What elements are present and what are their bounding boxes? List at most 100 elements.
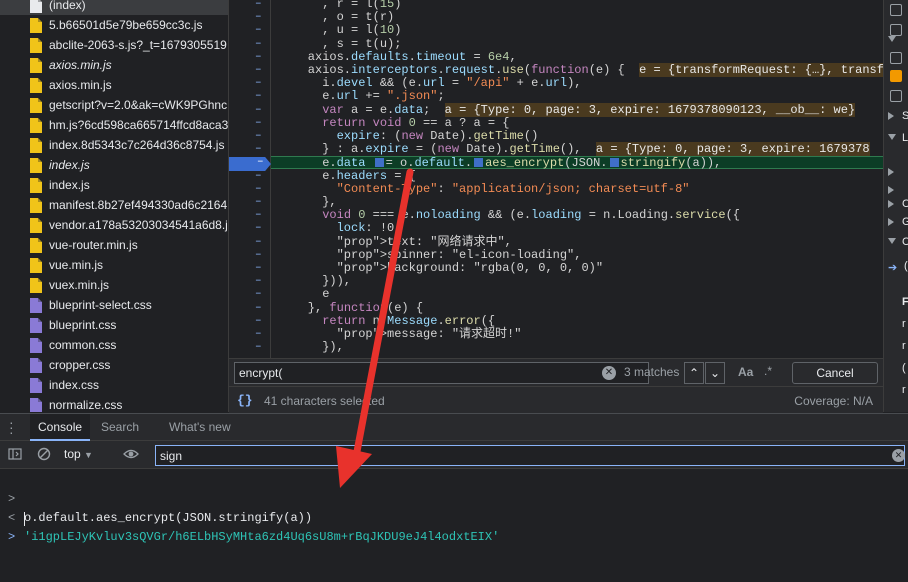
code-line[interactable]: i.devel && (e.url = "/api" + e.url), <box>279 77 581 90</box>
file-tree-item[interactable]: blueprint-select.css <box>0 295 228 315</box>
line-marker[interactable]: – <box>255 24 271 37</box>
file-tree-item[interactable]: vuex.min.js <box>0 275 228 295</box>
sidebar-toggle-icon[interactable] <box>8 447 22 465</box>
code-line[interactable]: })), <box>279 275 351 288</box>
scope-item[interactable]: ( <box>902 358 906 378</box>
tab-console[interactable]: Console <box>30 414 91 441</box>
context-select[interactable]: top ▼ <box>64 447 93 461</box>
code-line[interactable]: lock: !0, <box>279 222 402 235</box>
breakpoint-checkbox[interactable] <box>890 52 902 64</box>
console-result-entry[interactable]: < 'i1gpLEJyKvluv3sQVGr/h6ELbHSyMHta6zd4U… <box>0 490 908 544</box>
line-marker[interactable]: – <box>255 209 271 222</box>
file-tree-item[interactable]: axios.min.js <box>0 55 228 75</box>
file-tree-item[interactable]: vue.min.js <box>0 255 228 275</box>
code-line[interactable]: "Content-Type": "application/json; chars… <box>279 182 690 196</box>
line-marker[interactable]: – <box>255 341 271 354</box>
code-line[interactable]: "prop">spinner: "el-icon-loading", <box>279 248 582 262</box>
code-editor[interactable]: – – – – – – – – – – – – – – – – – – – – – – – – – – – , r = l(15)… <box>229 0 883 358</box>
line-marker[interactable]: – <box>255 104 271 117</box>
file-tree-item[interactable]: 5.b66501d5e79be659cc3c.js <box>0 15 228 35</box>
line-marker[interactable]: – <box>255 302 271 315</box>
code-line[interactable]: }, function(e) { <box>279 301 423 315</box>
breakpoint-checkbox[interactable] <box>890 90 902 102</box>
line-marker[interactable]: – <box>255 0 271 11</box>
line-marker[interactable]: – <box>255 143 271 156</box>
line-marker[interactable]: – <box>255 328 271 341</box>
clear-filter-icon[interactable]: ✕ <box>892 449 905 462</box>
line-gutter[interactable]: – – – – – – – – – – – – – – – – – – – – – – – – – – <box>229 0 271 358</box>
code-line[interactable]: , o = t(r) <box>279 11 394 24</box>
line-marker[interactable]: – <box>255 196 271 209</box>
code-line[interactable]: }), <box>279 341 344 354</box>
line-marker[interactable]: – <box>255 315 271 328</box>
code-line[interactable]: return void 0 == a ? a = { <box>279 116 509 130</box>
file-tree-item[interactable]: hm.js?6cd598ca665714ffcd8aca3 <box>0 115 228 135</box>
cancel-button[interactable]: Cancel <box>792 362 878 384</box>
code-line[interactable]: "prop">message: "请求超时!" <box>279 328 522 341</box>
chevron-right-icon[interactable] <box>888 186 894 194</box>
chevron-right-icon[interactable] <box>888 168 894 176</box>
chevron-down-icon[interactable] <box>888 134 896 140</box>
file-tree-item[interactable]: index.js <box>0 155 228 175</box>
line-marker[interactable]: – <box>255 64 271 77</box>
file-tree-item[interactable]: abclite-2063-s.js?_t=1679305519 <box>0 35 228 55</box>
line-marker[interactable]: – <box>255 170 271 183</box>
line-marker[interactable]: – <box>255 275 271 288</box>
console-input-entry[interactable]: > o.default.aes_encrypt(JSON.stringify(a… <box>0 471 908 525</box>
code-line[interactable]: e <box>279 288 329 301</box>
chevron-down-icon[interactable] <box>888 238 896 244</box>
line-marker[interactable]: – <box>255 222 271 235</box>
chevron-right-icon[interactable] <box>888 218 894 226</box>
line-marker[interactable]: – <box>255 11 271 24</box>
code-line[interactable]: expire: (new Date).getTime() <box>279 130 539 143</box>
file-tree-item[interactable]: normalize.css <box>0 395 228 412</box>
file-tree-item[interactable]: index.js <box>0 175 228 195</box>
file-tree-item[interactable]: blueprint.css <box>0 315 228 335</box>
breakpoint-marker[interactable]: – <box>229 157 271 171</box>
code-line[interactable]: } : a.expire = (new Date).getTime(), a =… <box>279 142 870 157</box>
code-line[interactable]: e.headers = { <box>279 169 416 183</box>
line-marker[interactable]: – <box>255 262 271 275</box>
line-marker[interactable]: – <box>255 236 271 249</box>
code-line[interactable]: e.url += ".json"; <box>279 90 444 103</box>
file-tree-item[interactable]: vendor.a178a53203034541a6d8.j <box>0 215 228 235</box>
line-marker[interactable]: – <box>255 288 271 301</box>
match-case-button[interactable]: Aa <box>738 365 753 379</box>
console-output[interactable]: > o.default.aes_encrypt(JSON.stringify(a… <box>0 469 908 582</box>
code-line[interactable]: var a = e.data; a = {Type: 0, page: 3, e… <box>279 102 856 117</box>
line-marker[interactable]: – <box>255 249 271 262</box>
debugger-sidebar[interactable]: S L C G C ➔( F r r ( r <box>883 0 908 412</box>
file-tree-item[interactable]: getscript?v=2.0&ak=cWK9PGhnc <box>0 95 228 115</box>
regex-button[interactable]: .* <box>764 364 772 378</box>
scope-item[interactable]: r <box>902 314 906 334</box>
line-marker[interactable]: – <box>255 90 271 103</box>
tab-whats-new[interactable]: What's new <box>161 414 239 441</box>
pause-checkbox[interactable] <box>890 4 902 16</box>
code-line[interactable]: "prop">background: "rgba(0, 0, 0, 0)" <box>279 262 603 275</box>
clear-search-icon[interactable]: ✕ <box>602 366 616 380</box>
line-marker[interactable]: – <box>255 183 271 196</box>
file-tree-item[interactable]: vue-router.min.js <box>0 235 228 255</box>
source-search-input[interactable] <box>234 362 649 384</box>
chevron-down-icon[interactable] <box>888 36 896 42</box>
clear-console-icon[interactable] <box>37 447 51 465</box>
line-marker[interactable]: – <box>255 117 271 130</box>
code-line[interactable]: "prop">text: "网络请求中", <box>279 235 512 249</box>
file-tree-item[interactable]: index.8d5343c7c264d36c8754.js <box>0 135 228 155</box>
chevron-right-icon[interactable] <box>888 112 894 120</box>
file-tree-item[interactable]: cropper.css <box>0 355 228 375</box>
file-tree-item[interactable]: manifest.8b27ef494330ad6c2164 <box>0 195 228 215</box>
file-tree-item[interactable]: axios.min.js <box>0 75 228 95</box>
tab-search[interactable]: Search <box>93 414 147 441</box>
chevron-right-icon[interactable] <box>888 200 894 208</box>
file-tree-item[interactable]: index.css <box>0 375 228 395</box>
previous-match-button[interactable]: ⌃ <box>684 362 704 384</box>
line-marker[interactable]: – <box>255 51 271 64</box>
breakpoint-checkbox-active[interactable] <box>890 70 902 82</box>
code-line[interactable]: void 0 === e.noloading && (e.loading = n… <box>279 209 740 222</box>
next-match-button[interactable]: ⌄ <box>705 362 725 384</box>
line-marker[interactable]: – <box>255 38 271 51</box>
line-marker[interactable]: – <box>255 130 271 143</box>
console-prompt-line[interactable]: > <box>0 509 908 544</box>
console-filter-input[interactable] <box>155 445 905 466</box>
